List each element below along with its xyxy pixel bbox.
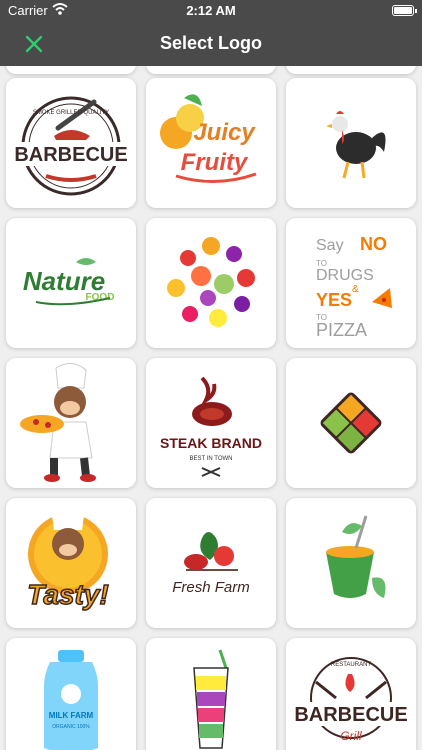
logo-text: Say bbox=[316, 237, 344, 254]
logo-text: NO bbox=[360, 234, 387, 254]
milk-farm-logo: MILK FARM ORGANIC 100% bbox=[44, 650, 98, 750]
logo-cell-milk-farm[interactable]: MILK FARM ORGANIC 100% bbox=[6, 638, 136, 750]
clock: 2:12 AM bbox=[186, 3, 236, 18]
logo-cell-barbecue-grill[interactable]: RESTAURANT BARBECUE Grill bbox=[286, 638, 416, 750]
logo-subtext: BEST IN TOWN bbox=[189, 456, 232, 462]
barbecue-grill-logo: RESTAURANT BARBECUE Grill bbox=[294, 657, 408, 743]
tasty-chef-logo: Tasty! bbox=[27, 511, 109, 611]
steak-brand-logo: STEAK BRAND BEST IN TOWN bbox=[160, 376, 262, 477]
fruits-circle-logo bbox=[167, 237, 255, 327]
logo-subtext: Grill bbox=[340, 729, 362, 743]
say-no-to-drugs-logo: Say NO TO DRUGS & YES TO PIZZA bbox=[316, 234, 392, 340]
logo-cell-steak-brand[interactable]: STEAK BRAND BEST IN TOWN bbox=[146, 358, 276, 488]
logo-cell-fruits-circle[interactable] bbox=[146, 218, 276, 348]
logo-subtext: Fruity bbox=[181, 149, 249, 176]
juicy-fruity-logo: Juicy Fruity bbox=[160, 94, 257, 183]
logo-text: STEAK BRAND bbox=[160, 435, 262, 451]
logo-cell-food-boxes[interactable] bbox=[286, 358, 416, 488]
logo-text: Tasty! bbox=[27, 579, 108, 610]
logo-text: PIZZA bbox=[316, 320, 367, 340]
logo-cell-monkey-chef[interactable] bbox=[6, 358, 136, 488]
logo-text: MILK FARM bbox=[49, 711, 94, 720]
logo-cell-rooster[interactable] bbox=[286, 78, 416, 208]
logo-cell-coconut-drink[interactable] bbox=[286, 498, 416, 628]
logo-text: BARBECUE bbox=[14, 144, 127, 166]
logo-cell-barbecue[interactable]: BARBECUE SMOKE GRILLED QUALITY bbox=[6, 78, 136, 208]
logo-text: YES bbox=[316, 290, 352, 310]
juice-glass-logo bbox=[193, 649, 229, 749]
logo-grid: BARBECUE SMOKE GRILLED QUALITY Juicy Fru… bbox=[0, 66, 422, 750]
logo-cell-juice-glass[interactable] bbox=[146, 638, 276, 750]
logo-text: Fresh Farm bbox=[172, 579, 250, 596]
logo-cell-partial[interactable] bbox=[146, 66, 276, 74]
fresh-farm-logo: Fresh Farm bbox=[172, 532, 250, 596]
battery-icon bbox=[392, 5, 417, 16]
logo-cell-partial[interactable] bbox=[6, 66, 136, 74]
logo-cell-partial[interactable] bbox=[286, 66, 416, 74]
monkey-chef-pizza-logo bbox=[20, 363, 96, 482]
logo-subtext: SMOKE GRILLED QUALITY bbox=[33, 110, 109, 116]
logo-text: Juicy bbox=[193, 119, 256, 146]
logo-subtext: ORGANIC 100% bbox=[52, 724, 90, 730]
coconut-drink-logo bbox=[326, 515, 386, 598]
logo-cell-nature-food[interactable]: Nature FOOD bbox=[6, 218, 136, 348]
nav-bar: Select Logo bbox=[0, 22, 422, 66]
logo-cell-juicy-fruity[interactable]: Juicy Fruity bbox=[146, 78, 276, 208]
logo-text: DRUGS bbox=[316, 267, 374, 284]
logo-text: BARBECUE bbox=[294, 704, 407, 726]
page-title: Select Logo bbox=[159, 33, 262, 53]
logo-cell-tasty-chef[interactable]: Tasty! bbox=[6, 498, 136, 628]
logo-text: & bbox=[352, 284, 359, 295]
barbecue-logo: BARBECUE SMOKE GRILLED QUALITY bbox=[14, 96, 128, 196]
nature-food-logo: Nature FOOD bbox=[23, 258, 114, 306]
status-bar: Carrier 2:12 AM bbox=[0, 0, 422, 22]
food-boxes-logo bbox=[320, 392, 382, 454]
logo-cell-say-no-to-drugs[interactable]: Say NO TO DRUGS & YES TO PIZZA bbox=[286, 218, 416, 348]
logo-subtext: RESTAURANT bbox=[331, 662, 372, 668]
logo-cell-fresh-farm[interactable]: Fresh Farm bbox=[146, 498, 276, 628]
rooster-logo bbox=[326, 111, 386, 179]
